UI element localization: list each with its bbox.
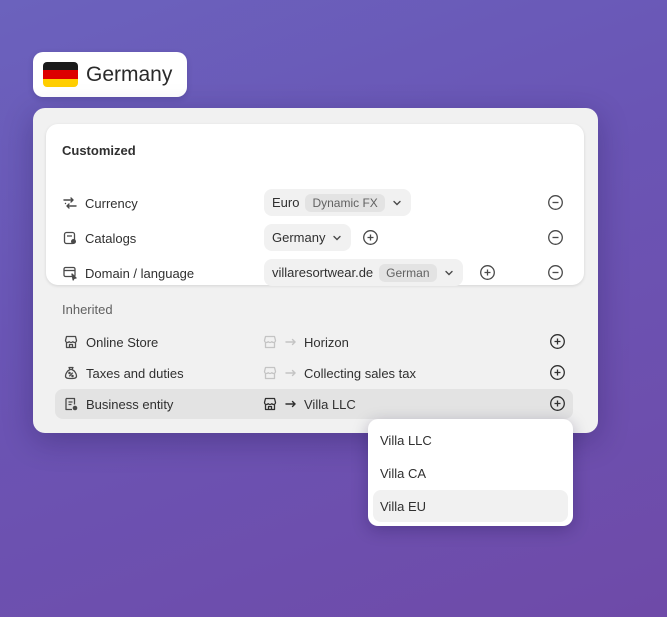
currency-exchange-icon: [62, 195, 78, 211]
chevron-down-icon: [443, 267, 455, 279]
domain-value: villaresortwear.de: [272, 265, 374, 280]
online-store-row: Online Store Horizon: [55, 327, 573, 357]
arrow-right-icon: [283, 396, 299, 412]
online-store-value: Horizon: [304, 334, 349, 350]
inherited-title: Inherited: [62, 302, 113, 317]
taxes-value: Collecting sales tax: [304, 365, 416, 381]
remove-currency-button[interactable]: [547, 194, 564, 211]
chevron-down-icon: [391, 197, 403, 209]
add-catalog-button[interactable]: [362, 229, 379, 246]
add-domain-button[interactable]: [479, 264, 496, 281]
currency-select[interactable]: Euro Dynamic FX: [264, 189, 411, 216]
override-business-entity-button[interactable]: [549, 395, 566, 412]
store-icon: [262, 396, 278, 412]
customized-card: Customized Currency Euro Dynamic FX Cata…: [46, 124, 584, 287]
catalogs-label: Catalogs: [85, 230, 137, 246]
country-chip: Germany: [33, 52, 187, 97]
online-store-label: Online Store: [86, 334, 159, 350]
remove-domain-button[interactable]: [547, 264, 564, 281]
document-icon: [63, 396, 79, 412]
domain-select[interactable]: villaresortwear.de German: [264, 259, 463, 286]
domain-icon: [62, 265, 78, 281]
germany-flag-icon: [43, 62, 78, 87]
dropdown-option-selected[interactable]: Villa EU: [373, 490, 568, 522]
override-online-store-button[interactable]: [549, 333, 566, 350]
catalog-icon: [62, 230, 78, 246]
override-taxes-button[interactable]: [549, 364, 566, 381]
dropdown-option[interactable]: Villa LLC: [373, 424, 568, 456]
currency-row: Currency Euro Dynamic FX: [46, 189, 584, 217]
chevron-down-icon: [331, 232, 343, 244]
country-name: Germany: [86, 62, 173, 86]
business-entity-value: Villa LLC: [304, 396, 356, 412]
catalogs-value: Germany: [272, 230, 326, 245]
business-entity-dropdown: Villa LLC Villa CA Villa EU: [368, 419, 573, 526]
money-bag-icon: [63, 365, 79, 381]
domain-row: Domain / language villaresortwear.de Ger…: [46, 259, 584, 287]
arrow-right-icon: [283, 334, 299, 350]
catalogs-select[interactable]: Germany: [264, 224, 352, 251]
arrow-right-icon: [283, 365, 299, 381]
taxes-row: Taxes and duties Collecting sales tax: [55, 358, 573, 388]
market-settings-panel: Customized Currency Euro Dynamic FX Cata…: [33, 108, 598, 433]
catalogs-row: Catalogs Germany: [46, 224, 584, 252]
currency-value: Euro: [272, 195, 300, 210]
domain-label: Domain / language: [85, 265, 195, 281]
language-tag: German: [379, 263, 437, 282]
currency-label: Currency: [85, 195, 138, 211]
taxes-label: Taxes and duties: [86, 365, 184, 381]
store-icon: [262, 334, 278, 350]
business-entity-label: Business entity: [86, 396, 174, 412]
dynamic-fx-tag: Dynamic FX: [305, 193, 385, 212]
customized-title: Customized: [62, 143, 136, 158]
store-icon: [63, 334, 79, 350]
business-entity-row[interactable]: Business entity Villa LLC: [55, 389, 573, 419]
store-icon: [262, 365, 278, 381]
dropdown-option[interactable]: Villa CA: [373, 457, 568, 489]
remove-catalogs-button[interactable]: [547, 229, 564, 246]
